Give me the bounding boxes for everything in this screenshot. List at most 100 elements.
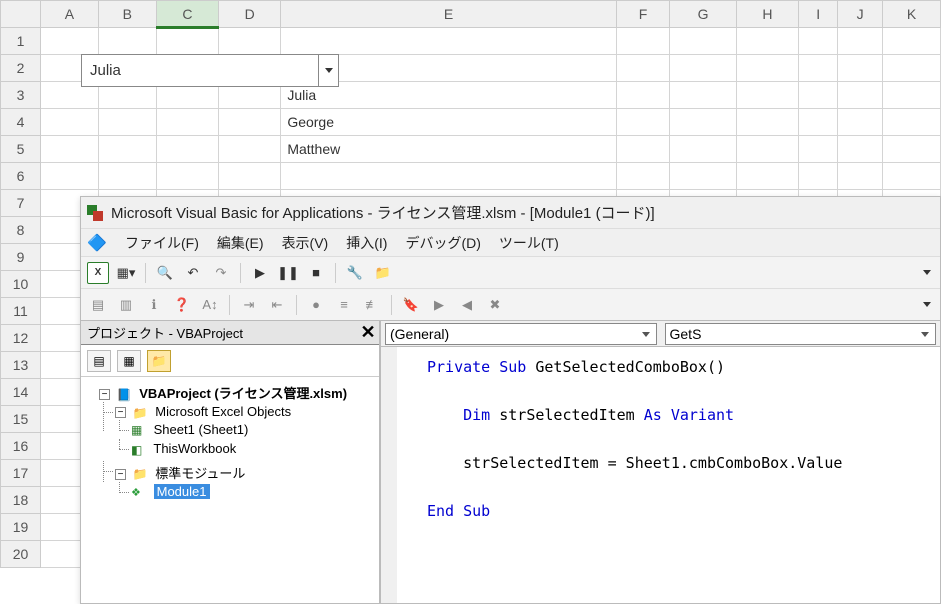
tree-project[interactable]: − VBAProject (ライセンス管理.xlsm) − Microsoft …	[99, 381, 377, 505]
tree-sheet1[interactable]: Sheet1 (Sheet1)	[131, 420, 377, 440]
row-20[interactable]: 20	[1, 541, 41, 568]
row-7[interactable]: 7	[1, 190, 41, 217]
menu-insert[interactable]: 挿入(I)	[346, 233, 387, 253]
quick-info-icon[interactable]: ℹ	[143, 294, 165, 316]
row-9[interactable]: 9	[1, 244, 41, 271]
row-6[interactable]: 6	[1, 163, 41, 190]
col-D[interactable]: D	[219, 1, 281, 28]
separator	[229, 295, 230, 315]
col-B[interactable]: B	[98, 1, 156, 28]
next-bookmark-icon[interactable]: ▶	[428, 294, 450, 316]
col-F[interactable]: F	[616, 1, 670, 28]
code-panel: (General) GetS Private Sub GetSelectedCo…	[381, 321, 940, 603]
vbe-titlebar[interactable]: Microsoft Visual Basic for Applications …	[81, 197, 940, 229]
row-14[interactable]: 14	[1, 379, 41, 406]
row-16[interactable]: 16	[1, 433, 41, 460]
row-5[interactable]: 5	[1, 136, 41, 163]
row-8[interactable]: 8	[1, 217, 41, 244]
vbe-toolbar-standard: X ▦▾ 🔍 ↶ ↷ ▶ ❚❚ ■ 🔧 📁	[81, 257, 940, 289]
object-dropdown[interactable]: (General)	[385, 323, 657, 345]
reset-icon[interactable]: ■	[305, 262, 327, 284]
list-properties-icon[interactable]: ▤	[87, 294, 109, 316]
col-I[interactable]: I	[799, 1, 838, 28]
row-15[interactable]: 15	[1, 406, 41, 433]
code-editor[interactable]: Private Sub GetSelectedComboBox() Dim st…	[381, 347, 940, 603]
workbook-icon	[131, 443, 147, 457]
menu-debug[interactable]: デバッグ(D)	[405, 233, 480, 253]
chevron-down-icon[interactable]	[318, 55, 338, 86]
menu-edit[interactable]: 編集(E)	[217, 233, 264, 253]
combobox-value: Julia	[90, 62, 121, 79]
undo-icon[interactable]: ↶	[182, 262, 204, 284]
complete-word-icon[interactable]: A↕	[199, 294, 221, 316]
row-2[interactable]: 2	[1, 55, 41, 82]
separator	[335, 263, 336, 283]
break-icon[interactable]: ❚❚	[277, 262, 299, 284]
cell-E5[interactable]: Matthew	[281, 136, 616, 163]
tree-std-modules-label: 標準モジュール	[155, 466, 245, 481]
bookmark-icon[interactable]: 🔖	[400, 294, 422, 316]
project-explorer-icon[interactable]: 📁	[372, 262, 394, 284]
redo-icon[interactable]: ↷	[210, 262, 232, 284]
row-13[interactable]: 13	[1, 352, 41, 379]
view-excel-icon[interactable]: X	[87, 262, 109, 284]
uncomment-icon[interactable]: ≢	[361, 294, 383, 316]
procedure-dropdown[interactable]: GetS	[665, 323, 937, 345]
comment-icon[interactable]: ≡	[333, 294, 355, 316]
indent-icon[interactable]: ⇥	[238, 294, 260, 316]
col-H[interactable]: H	[736, 1, 798, 28]
row-17[interactable]: 17	[1, 460, 41, 487]
parameter-info-icon[interactable]: ❓	[171, 294, 193, 316]
tree-thisworkbook[interactable]: ThisWorkbook	[131, 439, 377, 459]
menu-tools[interactable]: ツール(T)	[499, 233, 559, 253]
object-dropdown-value: (General)	[390, 326, 449, 342]
separator	[296, 295, 297, 315]
col-K[interactable]: K	[883, 1, 941, 28]
row-18[interactable]: 18	[1, 487, 41, 514]
col-G[interactable]: G	[670, 1, 737, 28]
prev-bookmark-icon[interactable]: ◀	[456, 294, 478, 316]
row-19[interactable]: 19	[1, 514, 41, 541]
corner-cell[interactable]	[1, 1, 41, 28]
tree-excel-objects[interactable]: − Microsoft Excel Objects Sheet1 (Sheet1…	[115, 402, 377, 461]
design-mode-icon[interactable]: 🔧	[344, 262, 366, 284]
menu-file[interactable]: ファイル(F)	[125, 233, 199, 253]
collapse-icon[interactable]: −	[99, 389, 110, 400]
col-E[interactable]: E	[281, 1, 616, 28]
collapse-icon[interactable]: −	[115, 407, 126, 418]
separator	[240, 263, 241, 283]
close-icon[interactable]: ✕	[357, 322, 379, 344]
project-panel-header[interactable]: プロジェクト - VBAProject ✕	[81, 321, 379, 345]
worksheet-icon	[131, 423, 147, 437]
combobox-control[interactable]: Julia	[81, 54, 339, 87]
clear-bookmarks-icon[interactable]: ✖	[484, 294, 506, 316]
vbe-title: Microsoft Visual Basic for Applications …	[111, 202, 655, 223]
list-constants-icon[interactable]: ▥	[115, 294, 137, 316]
view-object-icon[interactable]: ▦	[117, 350, 141, 372]
view-code-icon[interactable]: ▤	[87, 350, 111, 372]
row-1[interactable]: 1	[1, 28, 41, 55]
menu-view[interactable]: 表示(V)	[282, 233, 329, 253]
find-icon[interactable]: 🔍	[154, 262, 176, 284]
row-3[interactable]: 3	[1, 82, 41, 109]
folder-icon	[133, 406, 149, 420]
row-11[interactable]: 11	[1, 298, 41, 325]
project-tree[interactable]: − VBAProject (ライセンス管理.xlsm) − Microsoft …	[81, 377, 379, 603]
cell-E4[interactable]: George	[281, 109, 616, 136]
toolbar-overflow-icon[interactable]	[920, 262, 934, 284]
col-C[interactable]: C	[156, 1, 218, 28]
run-icon[interactable]: ▶	[249, 262, 271, 284]
tree-std-modules[interactable]: − 標準モジュール Module1	[115, 461, 377, 504]
col-J[interactable]: J	[838, 1, 883, 28]
row-10[interactable]: 10	[1, 271, 41, 298]
insert-dropdown-icon[interactable]: ▦▾	[115, 262, 137, 284]
outdent-icon[interactable]: ⇤	[266, 294, 288, 316]
collapse-icon[interactable]: −	[115, 469, 126, 480]
toggle-folders-icon[interactable]: 📁	[147, 350, 171, 372]
breakpoint-icon[interactable]: ●	[305, 294, 327, 316]
col-A[interactable]: A	[41, 1, 99, 28]
tree-module1[interactable]: Module1	[131, 482, 377, 502]
row-12[interactable]: 12	[1, 325, 41, 352]
row-4[interactable]: 4	[1, 109, 41, 136]
toolbar-overflow-icon[interactable]	[920, 294, 934, 316]
